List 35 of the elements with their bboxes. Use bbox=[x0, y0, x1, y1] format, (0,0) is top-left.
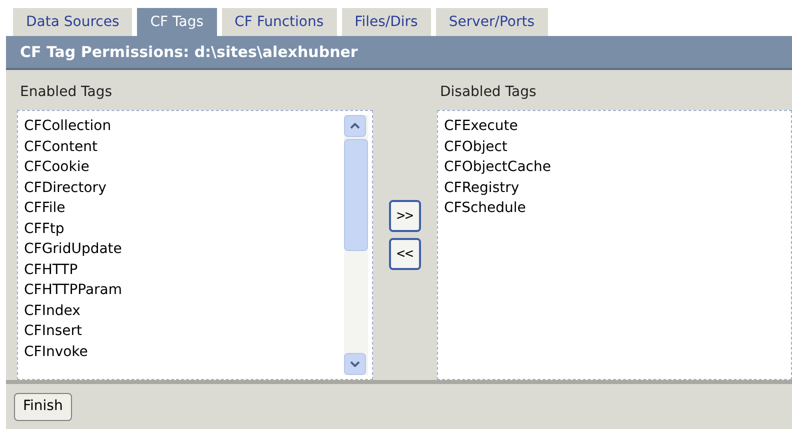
tag-list-item[interactable]: CFContent bbox=[24, 136, 344, 157]
tag-list-item[interactable]: CFCookie bbox=[24, 157, 344, 178]
caret-up-icon bbox=[350, 123, 360, 129]
tab[interactable]: Files/Dirs bbox=[342, 8, 431, 36]
tag-list-item[interactable]: CFExecute bbox=[444, 116, 791, 136]
scrollbar[interactable] bbox=[344, 115, 368, 375]
header-title: CF Tag Permissions: d:\sites\alexhubner bbox=[20, 42, 358, 63]
tab[interactable]: Data Sources bbox=[13, 8, 132, 36]
tag-list-item[interactable]: CFCollection bbox=[24, 116, 344, 136]
tag-list-item[interactable]: CFHTTP bbox=[24, 260, 344, 280]
tag-list[interactable]: CFCollection CFContent CFCookie CFDirectory CFFile CFFtp CFGridUpdate CFHTTP CFHTTPParam CFIndex CFInsert CFInvoke bbox=[17, 110, 373, 380]
scroll-down-button[interactable] bbox=[344, 353, 366, 375]
tag-list-item[interactable]: CFFile bbox=[24, 198, 344, 218]
tag-list-item[interactable]: CFInsert bbox=[24, 321, 344, 342]
tag-list-item[interactable]: CFDirectory bbox=[24, 178, 344, 198]
scrollbar-thumb[interactable] bbox=[344, 139, 368, 251]
tag-list-item[interactable]: CFObjectCache bbox=[444, 157, 791, 178]
move-button[interactable]: >> bbox=[389, 200, 421, 232]
caret-down-icon bbox=[350, 361, 360, 367]
move-button[interactable]: << bbox=[389, 238, 421, 270]
tag-list-item[interactable]: CFGridUpdate bbox=[24, 239, 344, 260]
tab[interactable]: CF Functions bbox=[222, 8, 337, 36]
tag-list-item[interactable]: CFSchedule bbox=[444, 198, 791, 218]
tag-list-item[interactable]: CFInvoke bbox=[24, 342, 344, 362]
enabled-tags-label: Enabled Tags bbox=[19, 83, 114, 102]
tag-list-item[interactable]: CFFtp bbox=[24, 218, 344, 239]
disabled-tags-label: Disabled Tags bbox=[439, 83, 538, 102]
tab[interactable]: Server/Ports bbox=[436, 8, 548, 36]
tag-list[interactable]: CFExecute CFObject CFObjectCache CFRegistry CFSchedule bbox=[437, 110, 792, 380]
finish-button[interactable]: Finish bbox=[14, 392, 72, 420]
tag-list-item[interactable]: CFIndex bbox=[24, 300, 344, 321]
tag-list-item[interactable]: CFRegistry bbox=[444, 178, 791, 198]
tag-list-item[interactable]: CFObject bbox=[444, 136, 791, 157]
tag-list-item[interactable]: CFHTTPParam bbox=[24, 280, 344, 300]
scroll-up-button[interactable] bbox=[344, 115, 366, 137]
